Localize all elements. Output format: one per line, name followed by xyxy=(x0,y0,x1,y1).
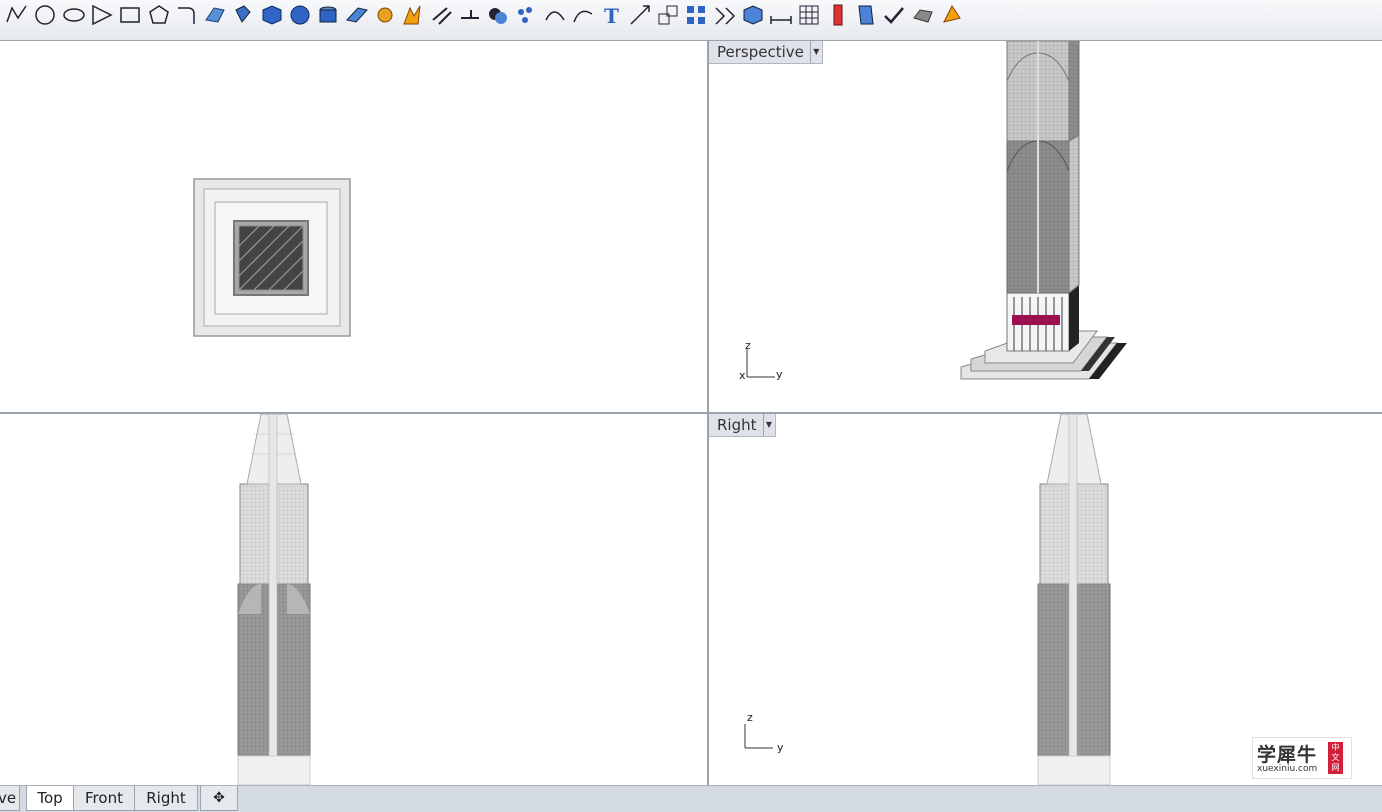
text-icon[interactable]: T xyxy=(598,2,624,28)
rectangle-icon[interactable] xyxy=(117,2,143,28)
axis-gizmo-icon xyxy=(744,724,773,749)
tab-top[interactable]: Top xyxy=(26,786,74,811)
watermark-badge: 中文网 xyxy=(1328,742,1343,774)
right-tower-model xyxy=(1037,414,1111,785)
watermark-logo: 学犀牛 xuexiniu.com 中文网 xyxy=(1252,737,1352,779)
shade-icon[interactable] xyxy=(910,2,936,28)
viewport-top[interactable] xyxy=(0,40,708,413)
viewport-tab-bar: ve Top Front Right ✥ xyxy=(0,785,1382,812)
top-view-model xyxy=(193,178,351,337)
analyze-icon[interactable] xyxy=(825,2,851,28)
svg-text:T: T xyxy=(604,4,619,28)
material-icon[interactable] xyxy=(938,2,964,28)
perspective-tower-model xyxy=(960,41,1127,380)
add-tab-icon[interactable]: ✥ xyxy=(200,786,238,811)
ellipse-icon[interactable] xyxy=(61,2,87,28)
front-tower-model xyxy=(237,414,311,785)
surface-from-points-icon[interactable] xyxy=(202,2,228,28)
trim-icon[interactable] xyxy=(429,2,455,28)
extrude-icon[interactable] xyxy=(230,2,256,28)
tab-front[interactable]: Front xyxy=(73,786,135,811)
point-cloud-icon[interactable] xyxy=(513,2,539,28)
check-icon[interactable] xyxy=(881,2,907,28)
grid-icon[interactable] xyxy=(796,2,822,28)
polyline-curve-icon[interactable] xyxy=(4,2,30,28)
sphere-icon[interactable] xyxy=(287,2,313,28)
viewport-front[interactable] xyxy=(0,413,708,786)
dimension-icon[interactable] xyxy=(768,2,794,28)
watermark-url: xuexiniu.com xyxy=(1257,764,1318,774)
plane-surface-icon[interactable] xyxy=(344,2,370,28)
cylinder-icon[interactable] xyxy=(315,2,341,28)
boolean-gear-icon[interactable] xyxy=(372,2,398,28)
transform-icon[interactable] xyxy=(712,2,738,28)
viewport-right[interactable]: Right ▼ z y xyxy=(708,413,1382,786)
polygon-icon[interactable] xyxy=(89,2,115,28)
move-icon[interactable] xyxy=(627,2,653,28)
split-icon[interactable] xyxy=(400,2,426,28)
rebuild-icon[interactable] xyxy=(542,2,568,28)
axis-gizmo-icon xyxy=(746,349,775,378)
tab-right[interactable]: Right xyxy=(134,786,198,811)
scale-icon[interactable] xyxy=(655,2,681,28)
polygon-center-icon[interactable] xyxy=(146,2,172,28)
watermark-chinese: 学犀牛 xyxy=(1257,744,1318,766)
boolean-union-icon[interactable] xyxy=(485,2,511,28)
command-toolbar: T xyxy=(0,0,1382,41)
properties-icon[interactable] xyxy=(853,2,879,28)
render-box-icon[interactable] xyxy=(740,2,766,28)
circle-icon[interactable] xyxy=(32,2,58,28)
tab-perspective[interactable]: ve xyxy=(0,786,20,811)
curve-edit-icon[interactable] xyxy=(570,2,596,28)
extend-icon[interactable] xyxy=(457,2,483,28)
fillet-curve-icon[interactable] xyxy=(174,2,200,28)
box-icon[interactable] xyxy=(259,2,285,28)
array-icon[interactable] xyxy=(683,2,709,28)
viewport-perspective[interactable]: Perspective ▼ z y x xyxy=(708,40,1382,413)
